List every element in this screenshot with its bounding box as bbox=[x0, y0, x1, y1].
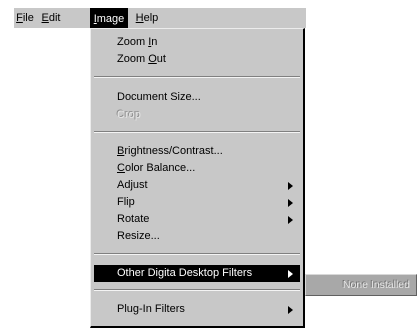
menu-item-plug-in-filters[interactable]: Plug-In Filters bbox=[91, 301, 303, 318]
menu-file[interactable]: File bbox=[14, 8, 36, 28]
menu-separator bbox=[94, 131, 300, 133]
submenu-arrow-icon bbox=[288, 306, 293, 314]
submenu-arrow-icon bbox=[288, 216, 293, 224]
menu-item-rotate[interactable]: Rotate bbox=[91, 211, 303, 228]
menu-help-label: elp bbox=[143, 12, 159, 24]
menu-item-zoom-out[interactable]: Zoom Out bbox=[91, 51, 303, 68]
document-size-label: Document Size... bbox=[117, 91, 201, 103]
menu-edit-label: dit bbox=[48, 12, 61, 24]
menu-item-resize[interactable]: Resize... bbox=[91, 228, 303, 245]
menu-help-mnemonic: H bbox=[135, 12, 144, 24]
zoom-out-mnemonic: O bbox=[148, 53, 157, 65]
menu-separator bbox=[94, 76, 300, 78]
color-balance-mnemonic: C bbox=[117, 162, 125, 174]
zoom-in-label-a: Zoom bbox=[117, 36, 149, 48]
zoom-out-label-a: Zoom bbox=[117, 53, 149, 65]
menu-file-label: ile bbox=[22, 12, 34, 24]
menu-help[interactable]: Help bbox=[132, 8, 162, 28]
submenu-arrow-icon bbox=[288, 182, 293, 190]
other-filters-submenu: None Installed bbox=[305, 274, 417, 296]
menu-edit-mnemonic: E bbox=[41, 12, 49, 24]
menu-item-color-balance[interactable]: Color Balance... bbox=[91, 160, 303, 177]
menu-separator bbox=[94, 289, 300, 291]
menu-item-brightness-contrast[interactable]: Brightness/Contrast... bbox=[91, 143, 303, 160]
menu-item-other-digita-desktop-filters[interactable]: Other Digita Desktop Filters bbox=[94, 265, 300, 282]
submenu-arrow-icon bbox=[288, 199, 293, 207]
menu-edit[interactable]: Edit bbox=[38, 8, 64, 28]
adjust-label: Adjust bbox=[117, 179, 148, 191]
brightness-label-b: rightness/Contrast... bbox=[124, 145, 223, 157]
submenu-item-none-installed: None Installed bbox=[342, 279, 410, 291]
zoom-in-label-b: n bbox=[151, 36, 158, 48]
zoom-out-label-b: ut bbox=[156, 53, 166, 65]
menu-separator bbox=[94, 253, 300, 255]
plug-in-filters-label: Plug-In Filters bbox=[117, 303, 185, 315]
menu-image[interactable]: Image bbox=[90, 8, 128, 28]
rotate-label: Rotate bbox=[117, 213, 150, 225]
other-filters-label: Other Digita Desktop Filters bbox=[117, 267, 253, 279]
submenu-arrow-icon bbox=[288, 270, 293, 278]
resize-label: Resize... bbox=[117, 230, 160, 242]
menu-file-mnemonic: F bbox=[16, 12, 23, 24]
menu-item-crop: Crop bbox=[91, 107, 303, 124]
menu-item-zoom-in[interactable]: Zoom In bbox=[91, 34, 303, 51]
menu-item-document-size[interactable]: Document Size... bbox=[91, 89, 303, 106]
color-balance-label-b: olor Balance... bbox=[124, 162, 196, 174]
crop-label: Crop bbox=[117, 109, 141, 121]
menu-item-flip[interactable]: Flip bbox=[91, 194, 303, 211]
menu-bar: File Edit Image Help bbox=[14, 8, 306, 28]
menu-item-adjust[interactable]: Adjust bbox=[91, 177, 303, 194]
image-dropdown-menu: Zoom In Zoom Out Document Size... Crop B… bbox=[90, 28, 305, 328]
flip-label: Flip bbox=[117, 196, 135, 208]
menu-image-label: mage bbox=[96, 13, 125, 25]
